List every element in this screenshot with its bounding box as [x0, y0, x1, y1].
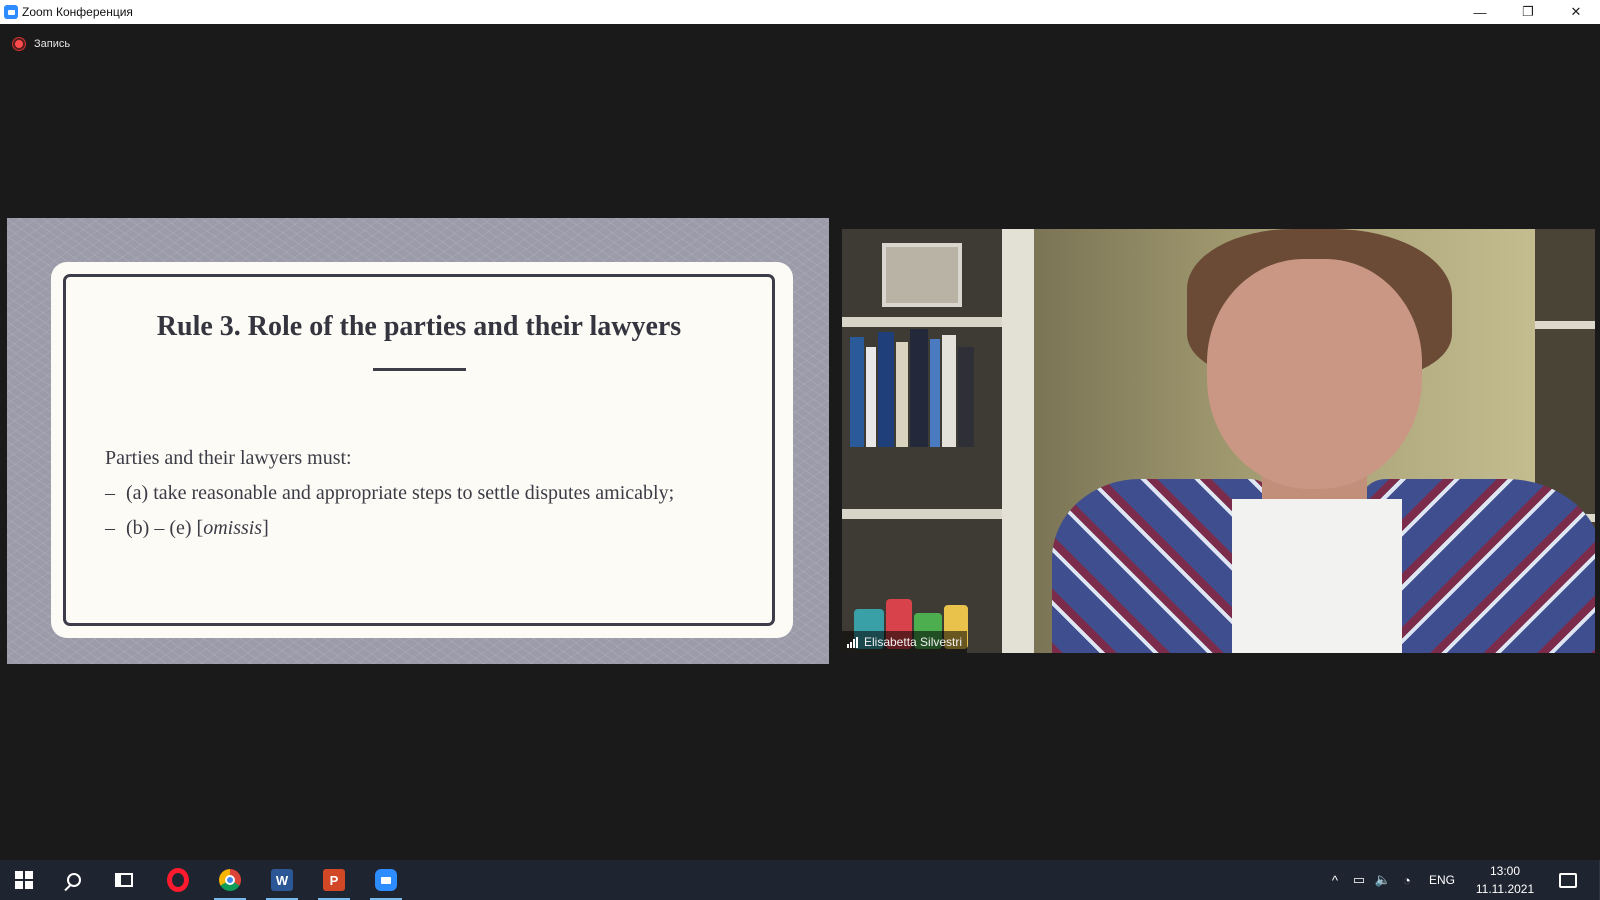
- participant-name: Elisabetta Silvestri: [864, 635, 963, 649]
- taskbar-opera[interactable]: [154, 860, 202, 900]
- slide-intro: Parties and their lawyers must:: [105, 447, 352, 469]
- bullet-dash: –: [105, 482, 115, 504]
- signal-strength-icon: [847, 636, 859, 648]
- shelf-board: [842, 317, 1017, 327]
- participant-name-tag: Elisabetta Silvestri: [842, 631, 968, 653]
- participant-face: [1207, 259, 1422, 489]
- battery-icon[interactable]: ▭: [1347, 872, 1371, 888]
- slide-bullet: – (a) take reasonable and appropriate ste…: [105, 476, 674, 511]
- search-icon: [67, 873, 81, 887]
- bullet-text-before: (b) – (e) [: [126, 517, 204, 539]
- title-divider: [373, 368, 466, 371]
- bullet-text: (a) take reasonable and appropriate step…: [126, 482, 675, 504]
- taskbar-chrome[interactable]: [206, 860, 254, 900]
- taskbar-zoom[interactable]: [362, 860, 410, 900]
- slide-bullet: – (b) – (e) [omissis]: [105, 511, 674, 546]
- task-view-button[interactable]: [100, 860, 148, 900]
- powerpoint-icon: P: [323, 869, 345, 891]
- bullet-text-italic: omissis: [203, 517, 263, 539]
- system-tray: ^ ▭ 🔈 ◔ ENG 13:00 11.11.2021: [1323, 860, 1600, 900]
- bookshelf-left: [842, 229, 1017, 653]
- window-title-bar: Zoom Конференция — ❐ ✕: [0, 0, 1600, 24]
- word-icon: W: [271, 869, 293, 891]
- taskbar-word[interactable]: W: [258, 860, 306, 900]
- zoom-app-icon: [4, 5, 18, 19]
- clock-time: 13:00: [1489, 864, 1521, 878]
- slide-body: Parties and their lawyers must: – (a) tak…: [105, 441, 674, 546]
- notifications-icon[interactable]: [1559, 872, 1577, 888]
- participant-video[interactable]: Elisabetta Silvestri: [842, 229, 1595, 653]
- bullet-dash: –: [105, 517, 115, 539]
- recording-indicator[interactable]: Запись: [13, 38, 70, 50]
- start-button[interactable]: [0, 860, 48, 900]
- minimize-button[interactable]: —: [1456, 0, 1504, 24]
- windows-icon: [15, 871, 33, 889]
- opera-icon: [167, 868, 189, 892]
- input-language[interactable]: ENG: [1429, 873, 1455, 887]
- show-hidden-icons-chevron[interactable]: ^: [1323, 873, 1347, 888]
- shelf-board: [842, 509, 1017, 519]
- window-title: Zoom Конференция: [22, 5, 133, 19]
- windows-taskbar: W P ^ ▭ 🔈 ◔ ENG 13:00 11.11.2021: [0, 860, 1600, 900]
- chrome-icon: [219, 869, 241, 891]
- slide-title: Rule 3. Role of the parties and their la…: [156, 311, 682, 342]
- shelf-pillar: [1002, 229, 1034, 653]
- participant-shirt: [1232, 499, 1402, 653]
- clock[interactable]: 13:00 11.11.2021: [1465, 862, 1545, 898]
- window-controls: — ❐ ✕: [1456, 0, 1600, 24]
- close-button[interactable]: ✕: [1552, 0, 1600, 24]
- search-button[interactable]: [50, 860, 98, 900]
- volume-icon[interactable]: 🔈: [1371, 872, 1395, 888]
- picture-frame: [882, 243, 962, 307]
- slide-frame: Rule 3. Role of the parties and their la…: [63, 274, 775, 626]
- taskbar-powerpoint[interactable]: P: [310, 860, 358, 900]
- bullet-text-after: ]: [262, 517, 269, 539]
- record-icon: [13, 38, 25, 50]
- task-view-icon: [115, 873, 133, 887]
- shared-screen-slide: Rule 3. Role of the parties and their la…: [7, 218, 829, 664]
- books-row: [846, 327, 996, 447]
- clock-date: 11.11.2021: [1475, 882, 1535, 896]
- zoom-icon: [375, 869, 397, 891]
- slide-card: Rule 3. Role of the parties and their la…: [51, 262, 793, 638]
- restore-button[interactable]: ❐: [1504, 0, 1552, 24]
- wifi-icon[interactable]: ◔: [1395, 873, 1419, 888]
- recording-label: Запись: [34, 38, 71, 50]
